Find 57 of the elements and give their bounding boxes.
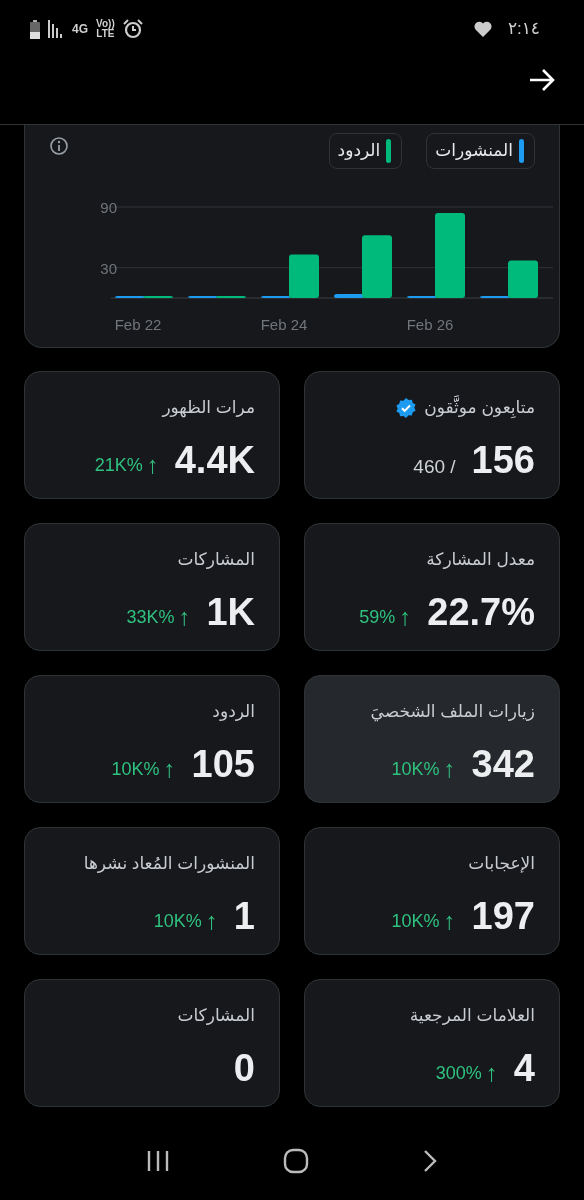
axis-label: Feb 24 — [260, 316, 308, 333]
metric-value: 4 — [513, 1046, 535, 1090]
axis-label: 30 — [100, 259, 117, 277]
alarm-icon — [122, 19, 143, 39]
metric-title: زيارات الملف الشخصيَ — [370, 701, 535, 724]
arrow-icon: ↑ — [163, 757, 176, 781]
metric-title: المنشورات المُعاد نشرها — [83, 853, 255, 875]
metric-title: الردود — [212, 701, 255, 723]
volte-label: Vo)) — [96, 19, 115, 29]
arrow-icon: ↑ — [399, 605, 412, 629]
signal-icon — [48, 20, 64, 38]
metric-value: 156 — [471, 438, 535, 482]
arrow-icon: ↑ — [178, 605, 191, 629]
metric-change: 10K% — [391, 757, 440, 781]
metric-title: مرات الظهور — [162, 397, 255, 420]
metric-value: 1 — [233, 894, 255, 938]
recent-apps-icon[interactable] — [146, 1150, 171, 1172]
info-icon[interactable] — [49, 136, 69, 156]
metric-title: متابِعون موثَّقون — [424, 396, 535, 420]
metric-change: 21K% — [94, 453, 143, 477]
metric-value: 105 — [191, 742, 255, 786]
metric-change: 10K% — [111, 757, 160, 781]
clock-time: ٢:١٤ — [507, 18, 540, 41]
metric-change: 300% — [435, 1061, 482, 1085]
axis-label: 90 — [100, 199, 117, 216]
metric-change: 10K% — [153, 909, 202, 933]
network-label: 4G — [72, 23, 88, 35]
metric-value: 22.7% — [427, 590, 535, 634]
metric-title: المشاركات — [177, 1005, 255, 1027]
metric-title: العلامات المرجعية — [409, 1005, 535, 1027]
metric-value: 197 — [471, 894, 535, 938]
lte-label: LTE — [96, 29, 115, 39]
arrow-icon: ↑ — [146, 453, 159, 477]
legend-chip[interactable]: الردود — [328, 133, 403, 169]
metric-value: 0 — [233, 1046, 255, 1090]
axis-label: Feb 22 — [114, 316, 162, 333]
metric-title: معدل المشاركة — [426, 549, 535, 571]
metric-title: المشاركات — [177, 549, 255, 571]
metric-title: الإعجابات — [468, 853, 535, 875]
heart-icon — [473, 21, 492, 37]
battery-icon — [30, 19, 40, 39]
arrow-icon: ↑ — [205, 909, 218, 933]
metric-value: 4.4K — [174, 438, 255, 482]
metric-total: / 460 — [413, 455, 456, 479]
arrow-icon: ↑ — [443, 909, 456, 933]
back-arrow-icon[interactable] — [528, 68, 556, 92]
arrow-icon: ↑ — [443, 757, 456, 781]
arrow-icon: ↑ — [485, 1061, 498, 1085]
back-icon[interactable] — [421, 1149, 438, 1173]
metric-change: 10K% — [391, 909, 440, 933]
metric-value: 342 — [471, 742, 535, 786]
home-icon[interactable] — [283, 1148, 309, 1174]
metric-change: 33K% — [126, 605, 175, 629]
metric-change: 59% — [359, 605, 396, 629]
axis-label: Feb 26 — [406, 316, 454, 333]
legend-chip[interactable]: المنشورات — [426, 133, 535, 169]
metric-value: 1K — [206, 590, 255, 634]
